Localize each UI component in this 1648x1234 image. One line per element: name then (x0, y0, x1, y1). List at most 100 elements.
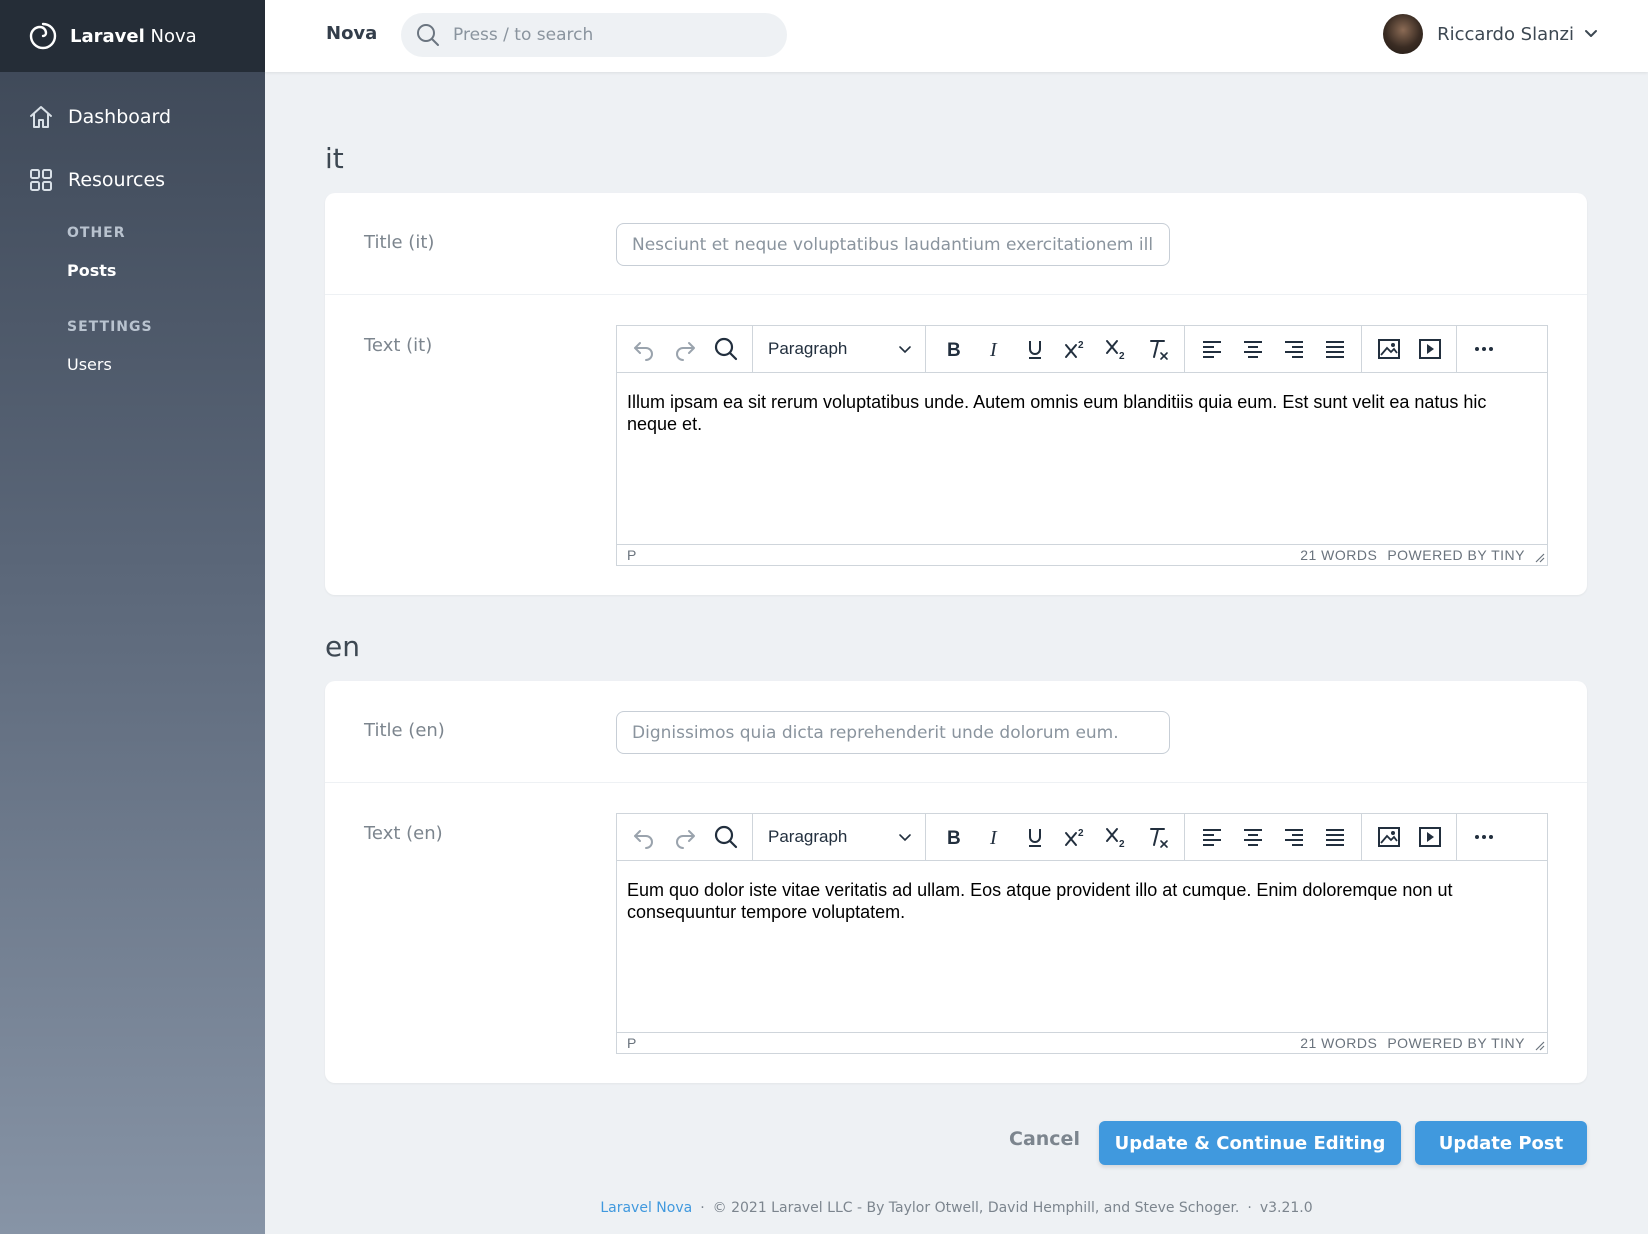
italic-button[interactable]: I (973, 819, 1014, 855)
align-right-button[interactable] (1273, 331, 1314, 367)
undo-button[interactable] (623, 819, 664, 855)
resize-handle-icon[interactable] (1535, 553, 1545, 563)
svg-text:I: I (989, 827, 998, 849)
footer-link[interactable]: Laravel Nova (600, 1200, 692, 1216)
clear-formatting-button[interactable] (1137, 819, 1178, 855)
editor-content[interactable]: Eum quo dolor iste vitae veritatis ad ul… (617, 861, 1547, 1032)
title-en-input[interactable] (616, 711, 1170, 754)
search-icon (714, 825, 737, 849)
align-justify-button[interactable] (1314, 819, 1355, 855)
user-menu[interactable]: Riccardo Slanzi (1383, 14, 1598, 54)
update-post-button[interactable]: Update Post (1415, 1121, 1587, 1165)
align-right-button[interactable] (1273, 819, 1314, 855)
powered-by[interactable]: POWERED BY TINY (1387, 547, 1525, 563)
rich-text-editor-it[interactable]: Paragraph B I 2 2 Illum ipsam ea sit rer… (616, 325, 1548, 566)
redo-button[interactable] (664, 331, 705, 367)
align-left-icon (1202, 341, 1221, 358)
svg-text:B: B (947, 340, 961, 361)
footer-separator: · (700, 1200, 705, 1216)
brand[interactable]: Laravel Nova (0, 0, 265, 72)
more-horizontal-icon (1474, 835, 1493, 839)
italic-icon: I (989, 339, 998, 361)
undo-icon (633, 830, 653, 849)
element-path[interactable]: P (627, 1035, 636, 1051)
toolbar-group-more (1457, 814, 1510, 861)
redo-button[interactable] (664, 819, 705, 855)
superscript-icon: 2 (1064, 340, 1084, 358)
bold-button[interactable]: B (932, 819, 973, 855)
home-icon (30, 106, 52, 128)
avatar[interactable] (1383, 14, 1424, 54)
field-label: Text (it) (364, 335, 433, 356)
align-left-button[interactable] (1191, 331, 1232, 367)
block-format-value: Paragraph (768, 827, 848, 846)
insert-media-button[interactable] (1409, 331, 1450, 367)
align-right-icon (1284, 341, 1303, 358)
update-continue-button[interactable]: Update & Continue Editing (1099, 1121, 1401, 1165)
align-left-icon (1202, 829, 1221, 846)
svg-text:2: 2 (1119, 351, 1125, 362)
sidebar-item-posts[interactable]: Posts (67, 261, 116, 280)
topbar: Nova Riccardo Slanzi (265, 0, 1648, 72)
undo-button[interactable] (623, 331, 664, 367)
sidebar-item-dashboard[interactable]: Dashboard (28, 104, 171, 130)
image-icon (1377, 827, 1400, 847)
sidebar-item-label: Dashboard (68, 106, 172, 128)
clear-formatting-button[interactable] (1137, 331, 1178, 367)
italic-button[interactable]: I (973, 331, 1014, 367)
subscript-button[interactable]: 2 (1096, 331, 1137, 367)
align-center-button[interactable] (1232, 331, 1273, 367)
user-name[interactable]: Riccardo Slanzi (1437, 24, 1574, 45)
underline-icon (1028, 829, 1041, 847)
align-right-icon (1284, 829, 1303, 846)
word-count[interactable]: 21 WORDS (1300, 1035, 1377, 1051)
cancel-button[interactable]: Cancel (1009, 1128, 1080, 1150)
underline-button[interactable] (1014, 331, 1055, 367)
more-button[interactable] (1463, 331, 1504, 367)
search-icon (417, 24, 439, 46)
rich-text-editor-en[interactable]: Paragraph B I 2 2 Eum quo dolor iste vit… (616, 813, 1548, 1054)
find-replace-button[interactable] (705, 819, 746, 855)
topbar-title[interactable]: Nova (326, 23, 377, 44)
brand-name: Laravel Nova (70, 25, 197, 47)
underline-button[interactable] (1014, 819, 1055, 855)
insert-image-button[interactable] (1368, 331, 1409, 367)
word-count[interactable]: 21 WORDS (1300, 547, 1377, 563)
sidebar-item-users[interactable]: Users (67, 355, 112, 374)
align-center-button[interactable] (1232, 819, 1273, 855)
element-path[interactable]: P (627, 547, 636, 563)
global-search[interactable] (401, 13, 787, 57)
toolbar-group-align (1185, 325, 1362, 373)
insert-image-button[interactable] (1368, 819, 1409, 855)
block-format-value: Paragraph (768, 339, 848, 358)
powered-by[interactable]: POWERED BY TINY (1387, 1035, 1525, 1051)
block-format-select[interactable]: Paragraph (759, 819, 919, 855)
superscript-button[interactable]: 2 (1055, 819, 1096, 855)
more-button[interactable] (1463, 819, 1504, 855)
subscript-icon: 2 (1105, 828, 1125, 850)
search-input[interactable] (453, 25, 773, 45)
subscript-button[interactable]: 2 (1096, 819, 1137, 855)
title-it-input[interactable] (616, 223, 1170, 266)
svg-text:2: 2 (1078, 340, 1084, 351)
chevron-down-icon[interactable] (1584, 27, 1598, 41)
resize-handle-icon[interactable] (1535, 1041, 1545, 1051)
chevron-down-icon (899, 834, 911, 842)
find-replace-button[interactable] (705, 331, 746, 367)
block-format-select[interactable]: Paragraph (759, 331, 919, 367)
superscript-button[interactable]: 2 (1055, 331, 1096, 367)
sidebar-item-resources[interactable]: Resources (28, 167, 165, 193)
undo-icon (633, 342, 653, 361)
field-label: Title (it) (364, 232, 435, 253)
svg-text:2: 2 (1119, 839, 1125, 850)
toolbar-group-format: Paragraph (753, 813, 926, 861)
align-justify-icon (1325, 341, 1344, 358)
insert-media-button[interactable] (1409, 819, 1450, 855)
editor-content[interactable]: Illum ipsam ea sit rerum voluptatibus un… (617, 373, 1547, 544)
align-left-button[interactable] (1191, 819, 1232, 855)
bold-button[interactable]: B (932, 331, 973, 367)
underline-icon (1028, 341, 1041, 359)
field-row-title-en: Title (en) (325, 681, 1587, 783)
footer-separator: · (1247, 1200, 1252, 1216)
align-justify-button[interactable] (1314, 331, 1355, 367)
